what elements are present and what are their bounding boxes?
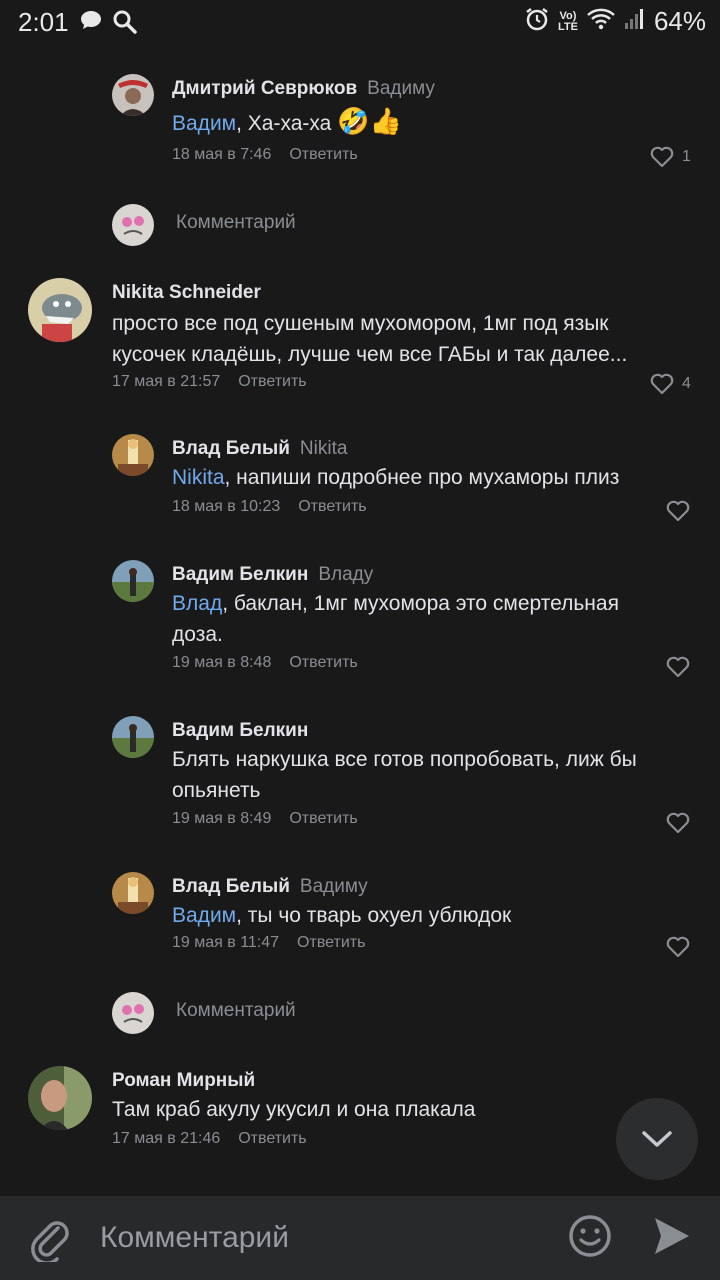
avatar[interactable]: [28, 1066, 92, 1130]
comment-item: Дмитрий Севрюков Вадиму Вадим, Ха-ха-ха 🤣…: [0, 70, 720, 180]
comment-author[interactable]: Роман Мирный: [112, 1070, 255, 1092]
comment-date: 19 мая в 8:48: [172, 654, 272, 671]
avatar[interactable]: [112, 74, 154, 116]
comment-item: Влад Белый Вадиму Вадим, ты чо тварь охуе…: [0, 868, 720, 968]
comment-text: Nikita, напиши подробнее про мухаморы пл…: [172, 466, 620, 489]
comment-date: 17 мая в 21:46: [112, 1130, 221, 1147]
chevron-down-icon: [642, 1131, 672, 1147]
reply-to[interactable]: Вадиму: [300, 876, 368, 897]
reply-to[interactable]: Nikita: [300, 438, 348, 459]
scroll-down-button[interactable]: [616, 1098, 698, 1180]
comment-composer: [0, 1196, 720, 1280]
heart-icon: [666, 656, 690, 678]
emoji: 🤣👍: [337, 106, 402, 136]
my-avatar: [112, 992, 154, 1034]
comment-meta: 19 мая в 8:48 Ответить: [172, 654, 358, 672]
heart-icon: [650, 373, 674, 395]
comment-input[interactable]: [100, 1216, 540, 1260]
avatar[interactable]: [112, 872, 154, 914]
comment-date: 18 мая в 10:23: [172, 498, 281, 515]
comment-text: Влад, баклан, 1мг мухомора это смертельн…: [172, 592, 619, 646]
reply-button[interactable]: Ответить: [297, 934, 365, 951]
like-count: 4: [682, 375, 691, 392]
reply-placeholder[interactable]: Комментарий: [176, 1000, 296, 1022]
status-time: 2:01: [18, 7, 69, 37]
comment-meta: 17 мая в 21:46 Ответить: [112, 1130, 307, 1148]
reply-button[interactable]: Ответить: [238, 1130, 306, 1147]
heart-icon: [666, 812, 690, 834]
comment-text: Там краб акулу укусил и она плакала: [112, 1098, 476, 1121]
comment-item: Роман Мирный Там краб акулу укусил и она…: [0, 1064, 720, 1164]
comment-author[interactable]: Вадим Белкин: [172, 720, 308, 742]
status-bar: 2:01 Vo) LTE 64%: [0, 0, 720, 44]
like-button[interactable]: 1: [650, 146, 691, 168]
comment-item: Влад Белый Nikita Nikita, напиши подробне…: [0, 430, 720, 530]
like-button[interactable]: [666, 500, 690, 522]
attach-icon[interactable]: [28, 1214, 72, 1267]
volte-indicator: Vo) LTE: [557, 9, 578, 33]
reply-placeholder[interactable]: Комментарий: [176, 212, 296, 234]
comment-text: просто все под сушеным мухомором, 1мг по…: [112, 312, 628, 366]
like-button[interactable]: [666, 656, 690, 678]
reply-button[interactable]: Ответить: [289, 654, 357, 671]
avatar[interactable]: [112, 716, 154, 758]
reply-to[interactable]: Вадиму: [367, 78, 435, 99]
heart-icon: [666, 936, 690, 958]
mention-link[interactable]: Вадим: [172, 112, 236, 135]
comment-author[interactable]: Влад Белый Nikita: [172, 438, 347, 460]
heart-icon: [666, 500, 690, 522]
heart-icon: [650, 146, 674, 168]
comment-meta: 19 мая в 8:49 Ответить: [172, 810, 358, 828]
alarm-icon: [524, 6, 550, 37]
reply-button[interactable]: Ответить: [238, 373, 306, 390]
comment-author[interactable]: Вадим Белкин Владу: [172, 564, 373, 586]
comment-date: 18 мая в 7:46: [172, 146, 272, 163]
signal-icon: [624, 7, 646, 36]
battery-percent: 64%: [653, 6, 706, 36]
like-button[interactable]: [666, 936, 690, 958]
comment-text: Вадим, Ха-ха-ха 🤣👍: [172, 106, 402, 136]
mention-link[interactable]: Вадим: [172, 904, 236, 927]
comment-text: Вадим, ты чо тварь охуел ублюдок: [172, 904, 512, 927]
comment-author[interactable]: Дмитрий Севрюков Вадиму: [172, 78, 435, 100]
like-button[interactable]: [666, 812, 690, 834]
comment-meta: 17 мая в 21:57 Ответить: [112, 373, 307, 391]
avatar[interactable]: [112, 560, 154, 602]
mention-link[interactable]: Влад: [172, 592, 222, 615]
reply-button[interactable]: Ответить: [298, 498, 366, 515]
emoji-icon[interactable]: [568, 1214, 612, 1263]
chat-notification-icon: [80, 10, 102, 35]
send-icon[interactable]: [652, 1214, 692, 1263]
comment-date: 17 мая в 21:57: [112, 373, 221, 390]
reply-button[interactable]: Ответить: [289, 810, 357, 827]
avatar[interactable]: [28, 278, 92, 342]
reply-to[interactable]: Владу: [318, 564, 373, 585]
reply-button[interactable]: Ответить: [289, 146, 357, 163]
wifi-icon: [586, 7, 616, 36]
search-notification-icon: [112, 9, 138, 40]
comment-author[interactable]: Nikita Schneider: [112, 282, 261, 304]
comment-meta: 18 мая в 10:23 Ответить: [172, 498, 367, 516]
comment-author[interactable]: Влад Белый Вадиму: [172, 876, 368, 898]
comment-date: 19 мая в 11:47: [172, 934, 280, 951]
add-reply-row[interactable]: Комментарий: [0, 200, 720, 250]
comment-item: Вадим Белкин Блять наркушка все готов по…: [0, 712, 720, 842]
comment-item: Nikita Schneider просто все под сушеным …: [0, 276, 720, 406]
avatar[interactable]: [112, 434, 154, 476]
comment-text: Блять наркушка все готов попробовать, ли…: [172, 748, 637, 802]
mention-link[interactable]: Nikita: [172, 466, 225, 489]
like-count: 1: [682, 148, 691, 165]
comment-meta: 19 мая в 11:47 Ответить: [172, 934, 365, 952]
comment-date: 19 мая в 8:49: [172, 810, 272, 827]
add-reply-row[interactable]: Комментарий: [0, 988, 720, 1038]
like-button[interactable]: 4: [650, 373, 691, 395]
my-avatar: [112, 204, 154, 246]
comment-item: Вадим Белкин Владу Влад, баклан, 1мг мухо…: [0, 556, 720, 686]
comment-meta: 18 мая в 7:46 Ответить: [172, 146, 358, 164]
